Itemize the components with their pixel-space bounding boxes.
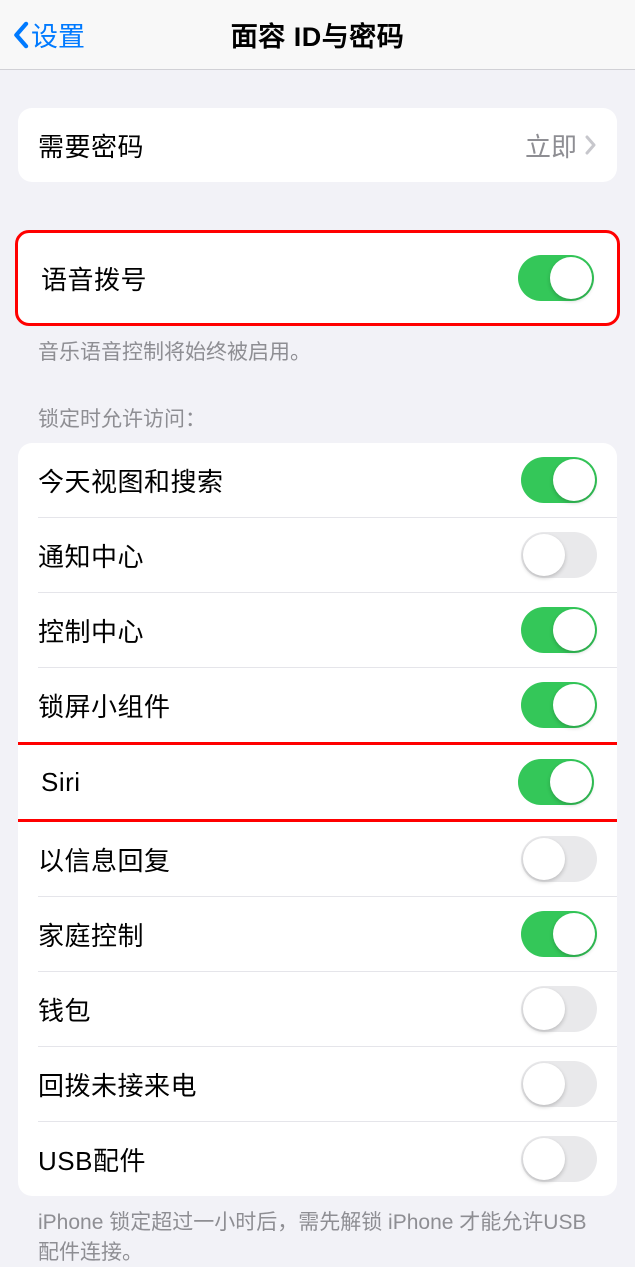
callback-label: 回拨未接来电 <box>38 1066 197 1103</box>
lock-widgets-label: 锁屏小组件 <box>38 687 171 724</box>
usb-label: USB配件 <box>38 1141 146 1178</box>
voice-dial-row: 语音拨号 <box>18 233 617 323</box>
toggle-knob <box>523 988 565 1030</box>
siri-row-highlighted: Siri <box>18 742 617 822</box>
home-control-toggle[interactable] <box>521 911 597 957</box>
navigation-header: 设置 面容 ID与密码 <box>0 0 635 70</box>
require-passcode-value: 立即 <box>525 127 597 164</box>
toggle-knob <box>550 761 592 803</box>
siri-toggle[interactable] <box>518 759 594 805</box>
voice-dial-footer: 音乐语音控制将始终被启用。 <box>18 326 617 367</box>
require-passcode-row[interactable]: 需要密码 立即 <box>18 108 617 182</box>
lock-access-header: 锁定时允许访问： <box>18 403 617 443</box>
notification-center-row: 通知中心 <box>18 518 617 592</box>
back-button[interactable]: 设置 <box>12 15 85 54</box>
voice-dial-toggle[interactable] <box>518 255 594 301</box>
wallet-toggle[interactable] <box>521 986 597 1032</box>
usb-footer: iPhone 锁定超过一小时后，需先解锁 iPhone 才能允许USB 配件连接… <box>18 1196 617 1267</box>
lock-widgets-row: 锁屏小组件 <box>18 668 617 742</box>
toggle-knob <box>523 1063 565 1105</box>
today-view-label: 今天视图和搜索 <box>38 462 224 499</box>
control-center-row: 控制中心 <box>18 593 617 667</box>
usb-row: USB配件 <box>18 1122 617 1196</box>
control-center-toggle[interactable] <box>521 607 597 653</box>
toggle-knob <box>523 838 565 880</box>
lock-widgets-toggle[interactable] <box>521 682 597 728</box>
reply-message-toggle[interactable] <box>521 836 597 882</box>
notification-center-label: 通知中心 <box>38 537 144 574</box>
toggle-knob <box>553 913 595 955</box>
chevron-left-icon <box>12 21 29 49</box>
require-passcode-value-text: 立即 <box>525 127 577 164</box>
toggle-knob <box>523 1138 565 1180</box>
home-control-row: 家庭控制 <box>18 897 617 971</box>
toggle-knob <box>553 609 595 651</box>
today-view-toggle[interactable] <box>521 457 597 503</box>
voice-dial-label: 语音拨号 <box>41 260 147 297</box>
home-control-label: 家庭控制 <box>38 916 144 953</box>
page-title: 面容 ID与密码 <box>231 15 405 54</box>
reply-message-label: 以信息回复 <box>38 841 171 878</box>
control-center-label: 控制中心 <box>38 612 144 649</box>
toggle-knob <box>553 459 595 501</box>
siri-row: Siri <box>18 745 617 819</box>
chevron-right-icon <box>585 135 597 155</box>
back-label: 设置 <box>31 15 85 54</box>
callback-row: 回拨未接来电 <box>18 1047 617 1121</box>
voice-dial-card-highlighted: 语音拨号 <box>15 230 620 326</box>
wallet-label: 钱包 <box>38 991 91 1028</box>
wallet-row: 钱包 <box>18 972 617 1046</box>
callback-toggle[interactable] <box>521 1061 597 1107</box>
toggle-knob <box>550 257 592 299</box>
reply-message-row: 以信息回复 <box>18 822 617 896</box>
today-view-row: 今天视图和搜索 <box>18 443 617 517</box>
lock-access-card: 今天视图和搜索 通知中心 控制中心 锁屏小组件 <box>18 443 617 1196</box>
notification-center-toggle[interactable] <box>521 532 597 578</box>
passcode-card: 需要密码 立即 <box>18 108 617 182</box>
siri-label: Siri <box>41 767 81 798</box>
usb-toggle[interactable] <box>521 1136 597 1182</box>
toggle-knob <box>523 534 565 576</box>
toggle-knob <box>553 684 595 726</box>
require-passcode-label: 需要密码 <box>38 127 144 164</box>
